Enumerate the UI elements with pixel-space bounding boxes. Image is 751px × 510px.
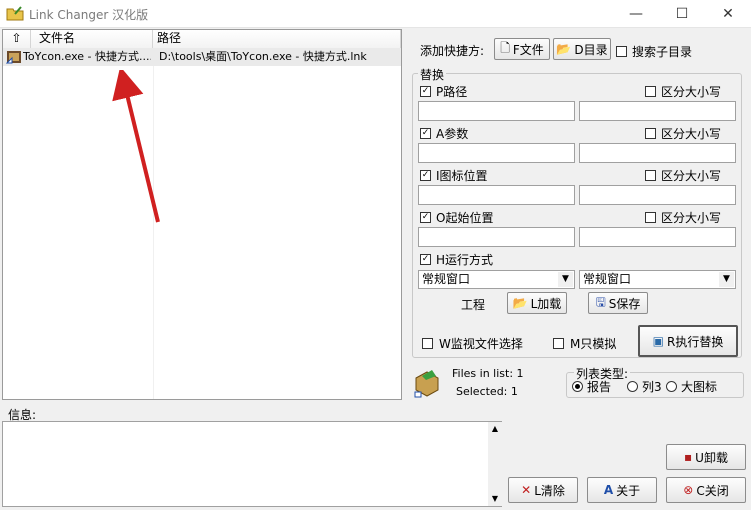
dropdown-arrow-icon: ▼ — [719, 272, 734, 287]
add-dir-button[interactable]: 📂 D目录 — [553, 38, 611, 60]
path-find-field[interactable] — [418, 101, 575, 121]
sort-column-header[interactable]: ⇧ — [3, 30, 31, 48]
files-in-list: Files in list: 1 — [452, 367, 524, 380]
window-title: Link Changer 汉化版 — [29, 8, 149, 22]
list-type-list-radio[interactable]: 列3 — [627, 378, 662, 395]
save-button[interactable]: 🖫 S保存 — [588, 292, 648, 314]
package-icon — [414, 370, 439, 398]
clear-x-icon: ✕ — [521, 483, 532, 497]
args-checkbox[interactable]: ✓ A参数 — [420, 125, 468, 142]
start-location-replace-field[interactable] — [579, 227, 736, 247]
list-type-large-icon-radio[interactable]: 大图标 — [666, 378, 717, 395]
about-button[interactable]: A 关于 — [587, 477, 657, 503]
args-find-field[interactable] — [418, 143, 575, 163]
monitor-checkbox[interactable]: W监视文件选择 — [422, 335, 523, 352]
uninstall-button[interactable]: ▪ U卸载 — [666, 444, 746, 470]
project-label: 工程 — [461, 298, 486, 312]
path-case-checkbox[interactable]: 区分大小写 — [645, 83, 721, 100]
search-subdir-checkbox[interactable]: 搜索子目录 — [616, 43, 692, 60]
info-textarea[interactable]: ▲ ▼ — [2, 421, 502, 507]
start-location-checkbox[interactable]: ✓ O起始位置 — [420, 209, 493, 226]
table-row[interactable]: ToYcon.exe - 快捷方式.... D:\tools\桌面\ToYcon… — [3, 48, 401, 66]
args-case-checkbox[interactable]: 区分大小写 — [645, 125, 721, 142]
scroll-down-icon: ▼ — [491, 494, 499, 503]
close-button[interactable]: ⊗ C关闭 — [666, 477, 746, 503]
open-folder-icon: 📂 — [512, 296, 528, 310]
list-header: ⇧ 文件名 路径 — [3, 30, 401, 48]
column-header-filename[interactable]: 文件名 — [31, 30, 153, 48]
app-icon — [6, 6, 24, 21]
args-replace-field[interactable] — [579, 143, 736, 163]
load-button[interactable]: 📂 L加载 — [507, 292, 567, 314]
uninstall-icon: ▪ — [684, 450, 693, 464]
row-filename: ToYcon.exe - 快捷方式.... — [23, 50, 151, 63]
add-shortcut-label: 添加快捷方: — [420, 44, 485, 58]
folder-icon: 📂 — [556, 42, 572, 56]
minimize-button[interactable]: — — [613, 0, 659, 28]
close-window-button[interactable]: ✕ — [705, 0, 751, 28]
simulate-checkbox[interactable]: M只模拟 — [553, 335, 616, 352]
floppy-icon: 🖫 — [595, 294, 606, 309]
icon-location-replace-field[interactable] — [579, 185, 736, 205]
start-location-find-field[interactable] — [418, 227, 575, 247]
start-location-case-checkbox[interactable]: 区分大小写 — [645, 209, 721, 226]
row-path: D:\tools\桌面\ToYcon.exe - 快捷方式.lnk — [159, 50, 367, 63]
clear-button[interactable]: ✕ L清除 — [508, 477, 578, 503]
up-arrow-icon: ⇧ — [11, 31, 22, 45]
maximize-button[interactable]: ☐ — [659, 0, 705, 28]
info-scrollbar[interactable]: ▲ ▼ — [488, 422, 502, 506]
list-type-report-radio[interactable]: 报告 — [572, 378, 611, 395]
annotation-arrow-icon — [112, 70, 160, 223]
icon-location-case-checkbox[interactable]: 区分大小写 — [645, 167, 721, 184]
path-checkbox[interactable]: ✓ P路径 — [420, 83, 467, 100]
run-mode-find-select[interactable]: 常规窗口 ▼ — [418, 270, 575, 289]
shortcut-file-icon — [6, 51, 21, 64]
path-replace-field[interactable] — [579, 101, 736, 121]
run-mode-checkbox[interactable]: ✓ H运行方式 — [420, 251, 493, 268]
file-list[interactable]: ⇧ 文件名 路径 ToYcon.exe - 快捷方式.... D:\tools\… — [2, 29, 402, 400]
add-file-button[interactable]: 🗋 F文件 — [494, 38, 550, 60]
title-bar: Link Changer 汉化版 — ☐ ✕ — [0, 0, 751, 28]
selected-count: Selected: 1 — [456, 385, 518, 398]
dropdown-arrow-icon: ▼ — [558, 272, 573, 287]
execute-replace-button[interactable]: ▣ R执行替换 — [638, 325, 738, 357]
column-header-path[interactable]: 路径 — [153, 30, 401, 48]
icon-location-checkbox[interactable]: ✓ I图标位置 — [420, 167, 488, 184]
replace-legend: 替换 — [418, 66, 447, 83]
execute-icon: ▣ — [652, 334, 664, 348]
options-panel: 添加快捷方: 🗋 F文件 📂 D目录 搜索子目录 替换 ✓ P路径 区分大小写 ✓ A参… — [402, 29, 749, 400]
scroll-up-icon: ▲ — [491, 424, 499, 433]
about-icon: A — [603, 483, 614, 497]
run-mode-replace-select[interactable]: 常规窗口 ▼ — [579, 270, 736, 289]
file-icon: 🗋 — [500, 40, 510, 55]
icon-location-find-field[interactable] — [418, 185, 575, 205]
close-circle-icon: ⊗ — [683, 483, 694, 497]
